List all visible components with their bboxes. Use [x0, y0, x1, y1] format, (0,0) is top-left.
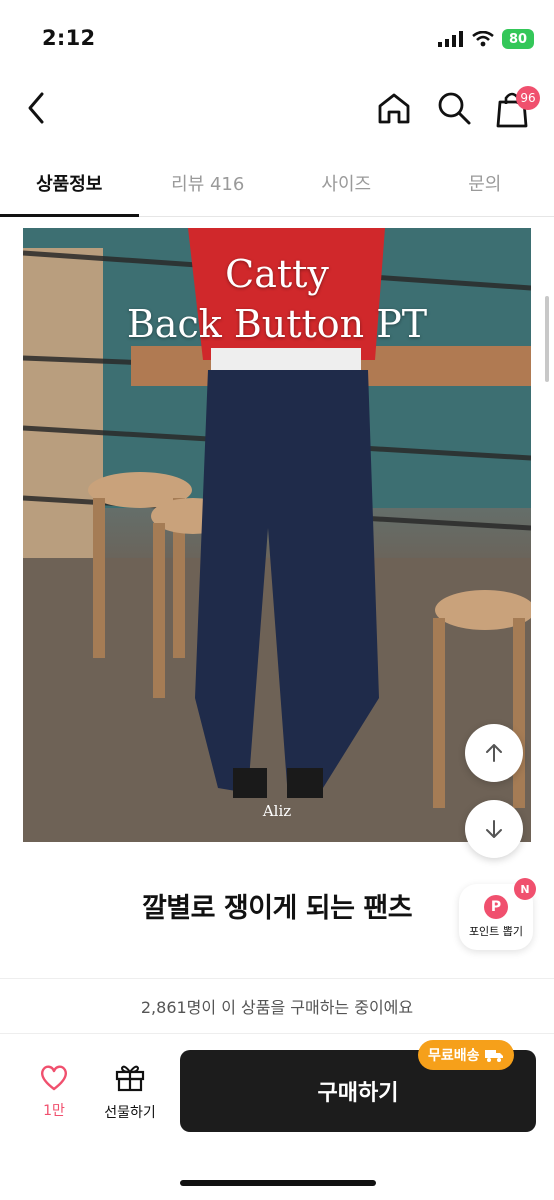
search-button[interactable]	[434, 88, 474, 128]
point-icon: P	[484, 895, 508, 919]
signal-icon	[438, 31, 463, 47]
tab-reviews[interactable]: 리뷰 416	[139, 158, 278, 216]
like-button[interactable]: 1만	[28, 1064, 80, 1120]
tab-size[interactable]: 사이즈	[277, 158, 416, 216]
cart-button[interactable]: 96	[492, 86, 540, 130]
gift-button[interactable]: 선물하기	[96, 1062, 164, 1122]
search-icon	[438, 92, 471, 125]
gift-icon	[115, 1065, 145, 1092]
status-icons: 80	[438, 29, 534, 49]
scroll-down-button[interactable]	[465, 800, 523, 858]
cart-count-badge: 96	[516, 86, 540, 110]
hero-title-line2: Back Button PT	[126, 302, 428, 346]
scroll-up-button[interactable]	[465, 724, 523, 782]
point-draw-button[interactable]: P 포인트 뽑기 N	[459, 878, 536, 950]
tab-bar: 상품정보 리뷰 416 사이즈 문의	[0, 158, 554, 217]
battery-icon: 80	[502, 29, 534, 49]
like-count: 1만	[43, 1103, 65, 1119]
point-draw-label: 포인트 뽑기	[468, 925, 524, 938]
home-indicator	[180, 1180, 376, 1186]
home-icon	[378, 93, 410, 124]
new-badge: N	[514, 878, 536, 900]
tab-inquiry[interactable]: 문의	[416, 158, 554, 216]
gift-label: 선물하기	[104, 1105, 156, 1121]
arrow-up-icon	[486, 744, 502, 762]
arrow-down-icon	[486, 820, 502, 838]
status-time: 2:12	[42, 26, 96, 50]
chevron-left-icon	[28, 92, 44, 124]
wifi-icon	[472, 31, 494, 47]
back-button[interactable]	[20, 88, 54, 128]
hero-brand: Aliz	[262, 802, 292, 820]
home-button[interactable]	[374, 88, 414, 128]
free-shipping-badge: 무료배송	[418, 1040, 514, 1070]
heart-icon	[40, 1065, 68, 1091]
scrollbar[interactable]	[545, 296, 549, 382]
tab-product-info[interactable]: 상품정보	[0, 158, 139, 217]
truck-icon	[484, 1050, 503, 1062]
hero-title-line1: Catty	[225, 252, 329, 296]
product-image: Catty Back Button PT Aliz	[23, 228, 531, 842]
free-shipping-label: 무료배송	[428, 1048, 480, 1064]
purchase-count-banner: 2,861명이 이 상품을 구매하는 중이에요	[0, 978, 554, 1034]
